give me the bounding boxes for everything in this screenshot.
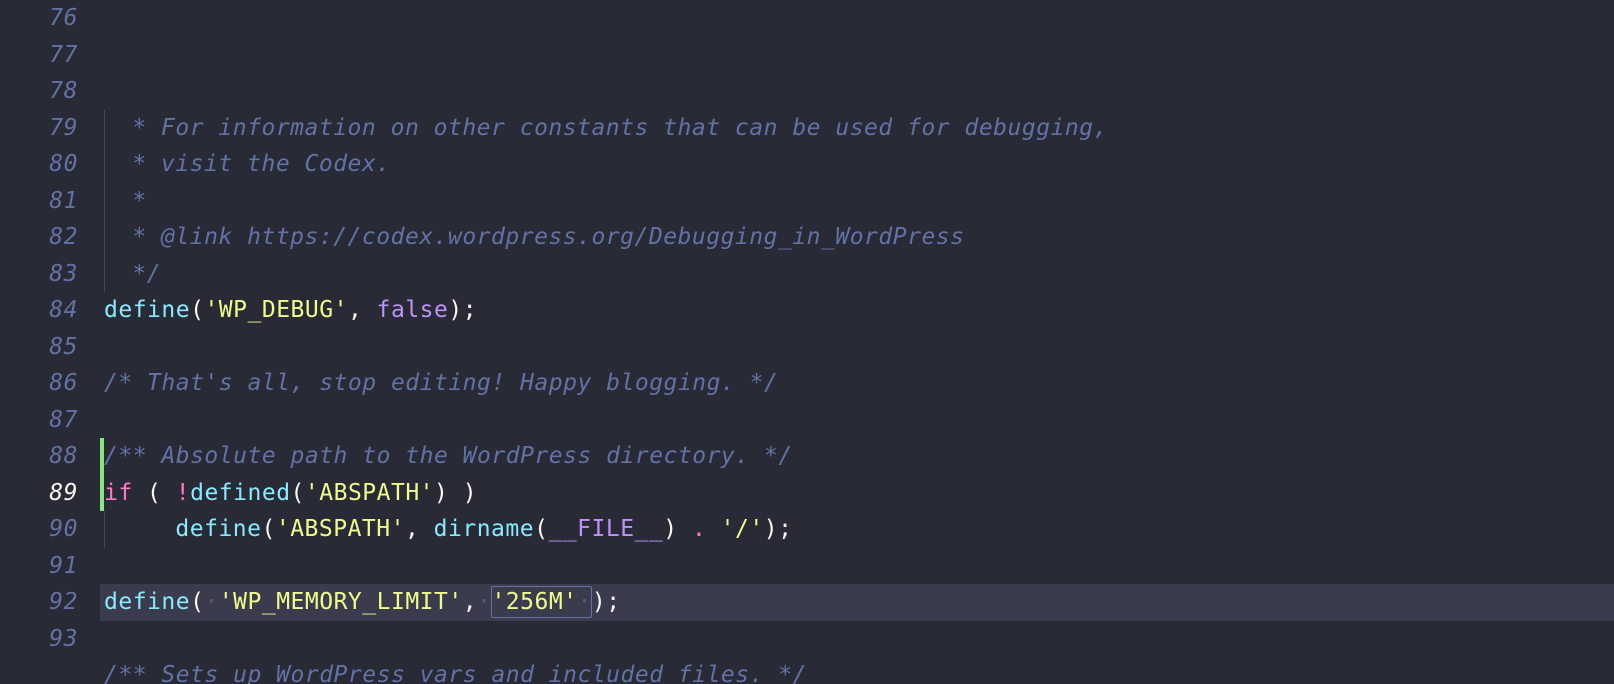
- code-token: define: [104, 297, 190, 323]
- code-token: define: [104, 589, 190, 615]
- code-token: /** Sets up WordPress vars and included …: [104, 662, 807, 684]
- code-line[interactable]: define('WP_DEBUG', false);: [100, 292, 1614, 329]
- code-token: 'ABSPATH': [276, 516, 405, 542]
- line-number: 79: [0, 110, 78, 147]
- indent-guide: [104, 511, 118, 548]
- code-token: ,: [348, 297, 377, 323]
- code-token: /** Absolute path to the WordPress direc…: [104, 443, 793, 469]
- code-line[interactable]: * @link https://codex.wordpress.org/Debu…: [100, 219, 1614, 256]
- line-number: 82: [0, 219, 78, 256]
- whitespace-dot: [204, 589, 218, 615]
- code-token: .: [692, 516, 706, 542]
- line-number: 76: [0, 0, 78, 37]
- indent-guide: [104, 110, 118, 147]
- code-token: );: [764, 516, 793, 542]
- code-token: /* That's all, stop editing! Happy blogg…: [104, 370, 778, 396]
- code-token: );: [592, 589, 621, 615]
- code-line[interactable]: /* That's all, stop editing! Happy blogg…: [100, 365, 1614, 402]
- code-token: 'WP_MEMORY_LIMIT': [219, 589, 463, 615]
- code-token: (: [534, 516, 548, 542]
- line-number: 81: [0, 183, 78, 220]
- indent-guide: [104, 146, 118, 183]
- line-number: 90: [0, 511, 78, 548]
- code-token: ,: [463, 589, 477, 615]
- line-number: 83: [0, 256, 78, 293]
- code-line[interactable]: [100, 402, 1614, 439]
- code-token: 'WP_DEBUG': [204, 297, 347, 323]
- code-token: * For information on other constants tha…: [118, 115, 1108, 141]
- code-token: * @link https://codex.wordpress.org/Debu…: [118, 224, 964, 250]
- code-editor[interactable]: 767778798081828384858687888990919293 * F…: [0, 0, 1614, 684]
- code-line[interactable]: * visit the Codex.: [100, 146, 1614, 183]
- line-number: 85: [0, 329, 78, 366]
- line-number: 86: [0, 365, 78, 402]
- line-number: 80: [0, 146, 78, 183]
- code-token: (: [261, 516, 275, 542]
- line-number: 92: [0, 584, 78, 621]
- line-number: 84: [0, 292, 78, 329]
- indent-guide: [104, 256, 118, 293]
- code-token: false: [377, 297, 449, 323]
- code-token: defined: [190, 480, 290, 506]
- code-token: '256M': [491, 589, 577, 615]
- code-token: if: [104, 480, 133, 506]
- line-number: 93: [0, 621, 78, 658]
- code-token: [706, 516, 720, 542]
- whitespace-dot: [477, 589, 491, 615]
- indent-guide: [104, 219, 118, 256]
- indent-guide: [104, 183, 118, 220]
- code-token: * visit the Codex.: [118, 151, 391, 177]
- code-token: '/': [721, 516, 764, 542]
- code-token: ,: [405, 516, 434, 542]
- code-line[interactable]: [100, 329, 1614, 366]
- line-number: 91: [0, 548, 78, 585]
- code-line[interactable]: if ( !defined('ABSPATH') ): [100, 475, 1614, 512]
- whitespace-dot: [578, 589, 592, 615]
- code-line[interactable]: [100, 621, 1614, 658]
- code-token: );: [448, 297, 477, 323]
- code-token: (: [133, 480, 176, 506]
- code-token: (: [190, 297, 204, 323]
- code-token: define: [175, 516, 261, 542]
- code-token: */: [118, 261, 161, 287]
- line-number: 89: [0, 475, 78, 512]
- code-token: dirname: [434, 516, 534, 542]
- code-token: ) ): [434, 480, 477, 506]
- code-token: __FILE__: [548, 516, 663, 542]
- code-line[interactable]: */: [100, 256, 1614, 293]
- code-token: (: [190, 589, 204, 615]
- code-line[interactable]: * For information on other constants tha…: [100, 110, 1614, 147]
- code-line[interactable]: [100, 548, 1614, 585]
- code-token: *: [118, 188, 147, 214]
- code-token: ): [663, 516, 692, 542]
- code-token: !: [176, 480, 190, 506]
- code-line[interactable]: *: [100, 183, 1614, 220]
- code-line[interactable]: define( 'WP_MEMORY_LIMIT', '256M');: [100, 584, 1614, 621]
- code-area[interactable]: * For information on other constants tha…: [100, 0, 1614, 684]
- line-number-gutter: 767778798081828384858687888990919293: [0, 0, 100, 684]
- code-line[interactable]: define('ABSPATH', dirname(__FILE__) . '/…: [100, 511, 1614, 548]
- line-number: 87: [0, 402, 78, 439]
- line-number: 78: [0, 73, 78, 110]
- line-number: 88: [0, 438, 78, 475]
- code-token: 'ABSPATH': [305, 480, 434, 506]
- line-number: 77: [0, 37, 78, 74]
- code-line[interactable]: /** Sets up WordPress vars and included …: [100, 657, 1614, 684]
- code-line[interactable]: /** Absolute path to the WordPress direc…: [100, 438, 1614, 475]
- code-token: (: [291, 480, 305, 506]
